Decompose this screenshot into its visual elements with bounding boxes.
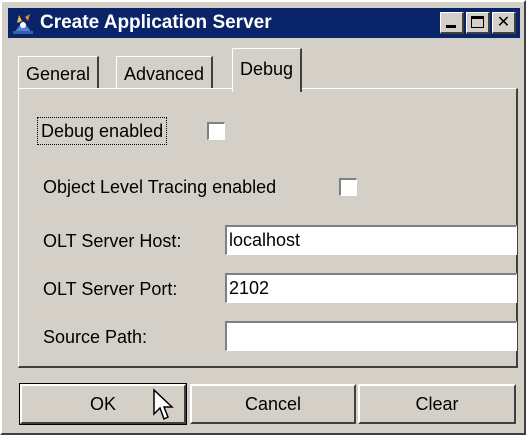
debug-tab-panel: Debug enabled Object Level Tracing enabl… (18, 88, 518, 368)
minimize-button[interactable] (440, 12, 464, 34)
mouse-pointer-icon (153, 388, 174, 421)
olt-port-input[interactable]: 2102 (225, 273, 517, 303)
olt-enabled-label[interactable]: Object Level Tracing enabled (43, 175, 276, 199)
title-bar[interactable]: Create Application Server ✕ (8, 8, 520, 38)
olt-port-label: OLT Server Port: (43, 279, 178, 299)
tab-general[interactable]: General (18, 56, 100, 90)
tab-debug[interactable]: Debug (232, 48, 303, 92)
close-icon: ✕ (496, 13, 511, 31)
window-controls: ✕ (440, 12, 516, 34)
app-server-icon (8, 8, 38, 38)
window-title: Create Application Server (40, 12, 272, 33)
cancel-button[interactable]: Cancel (190, 384, 356, 424)
olt-host-input[interactable]: localhost (225, 225, 517, 255)
olt-host-label: OLT Server Host: (43, 231, 182, 251)
create-application-server-dialog: Create Application Server ✕ General Adva… (0, 0, 526, 435)
source-path-label: Source Path: (43, 327, 148, 347)
debug-enabled-checkbox[interactable] (207, 122, 225, 140)
debug-enabled-label[interactable]: Debug enabled (36, 117, 168, 145)
clear-button[interactable]: Clear (358, 384, 516, 424)
dialog-button-bar: OK Cancel Clear (2, 374, 524, 433)
olt-enabled-checkbox[interactable] (339, 178, 357, 196)
maximize-button[interactable] (466, 12, 490, 34)
minimize-icon (446, 25, 456, 28)
tab-strip: General Advanced Debug (18, 48, 518, 92)
maximize-icon (471, 16, 484, 28)
source-path-input[interactable] (225, 321, 517, 351)
tab-advanced[interactable]: Advanced (116, 56, 214, 90)
close-button[interactable]: ✕ (492, 12, 516, 34)
